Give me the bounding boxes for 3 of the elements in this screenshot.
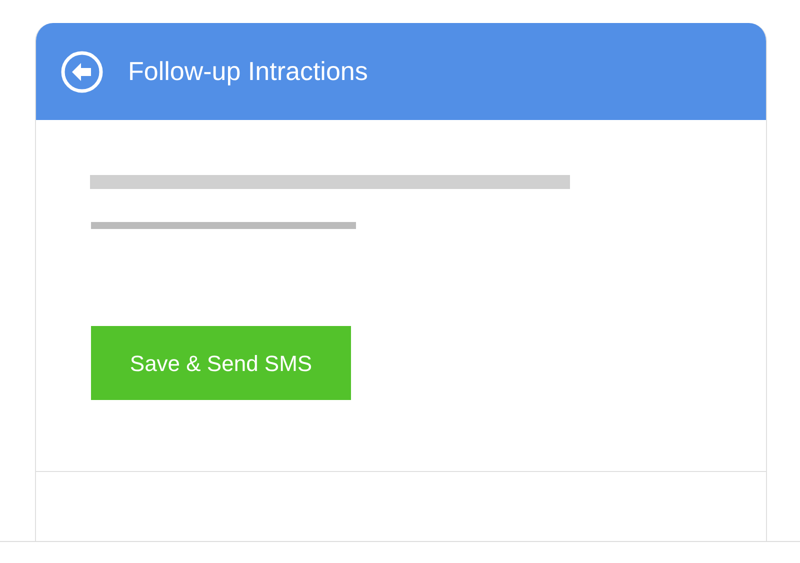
save-send-button[interactable]: Save & Send SMS xyxy=(91,326,351,400)
back-icon[interactable] xyxy=(60,50,104,94)
page-title: Follow-up Intractions xyxy=(128,55,368,88)
